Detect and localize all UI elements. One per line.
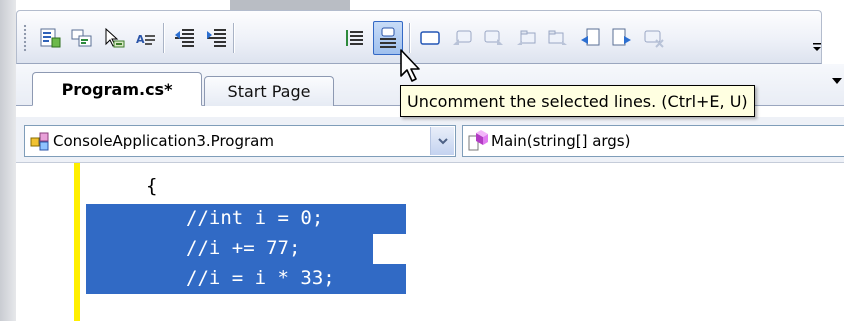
previous-bookmark-document-button[interactable] [575, 21, 605, 55]
toolbar-overflow-button[interactable] [812, 39, 822, 55]
window-edge [0, 0, 16, 321]
code-editor[interactable]: { //int i = 0; //i += 77; //i = i * 33; [16, 163, 844, 321]
uncomment-lines-icon [380, 27, 396, 48]
selected-code-line: //int i = 0; [86, 204, 406, 234]
svg-text:A: A [136, 33, 145, 46]
clear-bookmarks-button[interactable] [639, 21, 669, 55]
tab-label: Program.cs* [61, 79, 173, 99]
previous-bookmark-document-icon [581, 28, 600, 46]
object-members-icon [40, 28, 61, 48]
complete-word-icon: A [136, 33, 155, 46]
increase-indent-icon [207, 29, 226, 47]
class-combo-value: ConsoleApplication3.Program [53, 132, 274, 150]
tab-program-cs[interactable]: Program.cs* [32, 72, 202, 106]
mouse-pointer-icon [400, 49, 420, 82]
chevron-down-icon [437, 138, 448, 145]
comment-lines-button[interactable] [339, 21, 369, 55]
parameter-info-icon [71, 29, 92, 47]
member-combo-value: Main(string[] args) [491, 132, 631, 150]
code-line: { [146, 175, 158, 197]
method-icon [468, 130, 488, 151]
previous-bookmark-button[interactable] [447, 21, 477, 55]
next-bookmark-icon [484, 30, 503, 45]
tooltip-text: Uncomment the selected lines. (Ctrl+E, U… [407, 91, 748, 111]
toolbar-separator [163, 23, 165, 53]
toolbar-separator [233, 23, 235, 53]
active-files-dropdown-icon[interactable] [832, 78, 842, 84]
selected-code-line: //i = i * 33; [86, 264, 406, 294]
member-combo[interactable]: Main(string[] args) [462, 125, 844, 157]
class-icon [30, 132, 49, 151]
quick-info-button[interactable] [99, 21, 129, 55]
quick-info-icon [105, 27, 125, 48]
selected-code-line: //i += 77; [86, 234, 373, 264]
uncomment-tooltip: Uncomment the selected lines. (Ctrl+E, U… [400, 85, 755, 117]
previous-bookmark-folder-icon [517, 30, 536, 45]
complete-word-button[interactable]: A [131, 21, 161, 55]
class-combo[interactable]: ConsoleApplication3.Program [24, 125, 456, 157]
next-bookmark-button[interactable] [479, 21, 509, 55]
previous-bookmark-folder-button[interactable] [511, 21, 541, 55]
object-members-button[interactable] [35, 21, 65, 55]
increase-indent-button[interactable] [201, 21, 231, 55]
next-bookmark-document-button[interactable] [607, 21, 637, 55]
chevron-down-icon [813, 43, 821, 51]
clear-bookmarks-icon [644, 30, 664, 48]
navigation-bar: ConsoleApplication3.Program Main(string[… [16, 117, 844, 163]
class-combo-dropdown-button[interactable] [430, 127, 454, 155]
decrease-indent-button[interactable] [169, 21, 199, 55]
previous-bookmark-icon [453, 30, 472, 45]
next-bookmark-document-icon [612, 28, 631, 46]
comment-lines-icon [346, 30, 363, 46]
next-bookmark-folder-button[interactable] [543, 21, 573, 55]
decrease-indent-icon [175, 29, 194, 47]
bookmark-icon [420, 31, 440, 45]
tab-start-page[interactable]: Start Page [204, 76, 334, 106]
tab-label: Start Page [227, 82, 311, 101]
parameter-info-button[interactable] [67, 21, 97, 55]
changed-lines-indicator [74, 163, 80, 321]
toolbar-grip[interactable] [23, 24, 27, 52]
next-bookmark-folder-icon [548, 30, 567, 45]
